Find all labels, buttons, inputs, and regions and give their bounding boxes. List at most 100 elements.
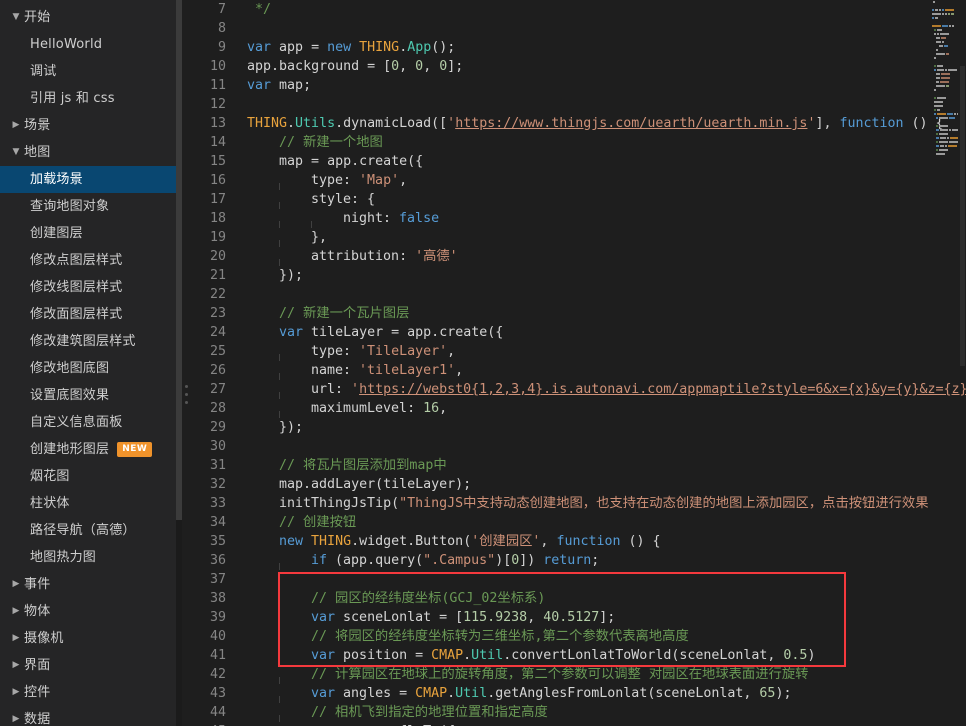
code-line[interactable]: 40 // 将园区的经纬度坐标转为三维坐标,第二个参数代表离地高度 — [192, 627, 966, 646]
sidebar-item-19[interactable]: 路径导航（高德） — [0, 517, 182, 544]
code-text[interactable]: var sceneLonlat = [115.9238, 40.5127]; — [238, 608, 966, 627]
sidebar-item-5[interactable]: ▼ 地图 — [0, 139, 182, 166]
caret-right-icon[interactable]: ▶ — [8, 598, 24, 625]
sidebar-item-13[interactable]: 修改地图底图 — [0, 355, 182, 382]
code-text[interactable]: var map; — [238, 76, 966, 95]
code-line[interactable]: 28 maximumLevel: 16, — [192, 399, 966, 418]
caret-right-icon[interactable]: ▶ — [8, 652, 24, 679]
code-line[interactable]: 32 map.addLayer(tileLayer); — [192, 475, 966, 494]
code-text[interactable]: var position = CMAP.Util.convertLonlatTo… — [238, 646, 966, 665]
code-text[interactable]: maximumLevel: 16, — [238, 399, 966, 418]
code-line[interactable]: 36 if (app.query(".Campus")[0]) return; — [192, 551, 966, 570]
code-text[interactable]: }, — [238, 228, 966, 247]
editor-scrollbar[interactable] — [958, 0, 966, 726]
code-text[interactable]: initThingJsTip("ThingJS中支持动态创建地图，也支持在动态创… — [238, 494, 966, 513]
code-line[interactable]: 26 name: 'tileLayer1', — [192, 361, 966, 380]
code-text[interactable]: // 计算园区在地球上的旋转角度，第二个参数可以调整 对园区在地球表面进行旋转 — [238, 665, 966, 684]
code-text[interactable]: }); — [238, 266, 966, 285]
sidebar-item-7[interactable]: 查询地图对象 — [0, 193, 182, 220]
code-text[interactable]: style: { — [238, 190, 966, 209]
code-text[interactable]: // 新建一个瓦片图层 — [238, 304, 966, 323]
code-text[interactable]: var tileLayer = app.create({ — [238, 323, 966, 342]
editor-scrollbar-thumb[interactable] — [960, 66, 965, 366]
code-line[interactable]: 34 // 创建按钮 — [192, 513, 966, 532]
code-text[interactable] — [238, 570, 966, 589]
code-text[interactable]: */ — [238, 0, 966, 19]
code-line[interactable]: 17 style: { — [192, 190, 966, 209]
code-text[interactable]: if (app.query(".Campus")[0]) return; — [238, 551, 966, 570]
code-line[interactable]: 21}); — [192, 266, 966, 285]
code-line[interactable]: 29}); — [192, 418, 966, 437]
code-text[interactable]: // 创建按钮 — [238, 513, 966, 532]
editor-minimap[interactable] — [932, 0, 958, 726]
sidebar-item-10[interactable]: 修改线图层样式 — [0, 274, 182, 301]
code-line[interactable]: 15 map = app.create({ — [192, 152, 966, 171]
code-text[interactable] — [238, 19, 966, 38]
code-text[interactable]: url: 'https://webst0{1,2,3,4}.is.autonav… — [238, 380, 966, 399]
sidebar-item-24[interactable]: ▶ 界面 — [0, 652, 182, 679]
code-text[interactable]: var app = new THING.App(); — [238, 38, 966, 57]
sidebar-item-17[interactable]: 烟花图 — [0, 463, 182, 490]
sidebar-item-4[interactable]: ▶ 场景 — [0, 112, 182, 139]
code-line[interactable]: 24 var tileLayer = app.create({ — [192, 323, 966, 342]
code-text[interactable] — [238, 437, 966, 456]
sidebar-item-3[interactable]: 引用 js 和 css — [0, 85, 182, 112]
caret-right-icon[interactable]: ▶ — [8, 571, 24, 598]
sidebar-item-18[interactable]: 柱状体 — [0, 490, 182, 517]
code-text[interactable]: app.background = [0, 0, 0]; — [238, 57, 966, 76]
sidebar-item-16[interactable]: 创建地形图层 NEW — [0, 436, 182, 463]
caret-right-icon[interactable]: ▶ — [8, 679, 24, 706]
code-line[interactable]: 27 url: 'https://webst0{1,2,3,4}.is.auton… — [192, 380, 966, 399]
sidebar-item-0[interactable]: ▼ 开始 — [0, 4, 182, 31]
code-line[interactable]: 25 type: 'TileLayer', — [192, 342, 966, 361]
code-text[interactable]: // 将瓦片图层添加到map中 — [238, 456, 966, 475]
code-text[interactable]: THING.Utils.dynamicLoad(['https://www.th… — [238, 114, 966, 133]
sidebar-item-22[interactable]: ▶ 物体 — [0, 598, 182, 625]
code-text[interactable]: name: 'tileLayer1', — [238, 361, 966, 380]
code-line[interactable]: 12 — [192, 95, 966, 114]
code-text[interactable]: map.addLayer(tileLayer); — [238, 475, 966, 494]
code-line[interactable]: 16 type: 'Map', — [192, 171, 966, 190]
code-lines[interactable]: 7 */ 8 9 var app = new THING.App(); 10 app.ba… — [192, 0, 966, 726]
code-text[interactable]: }); — [238, 418, 966, 437]
sidebar-item-9[interactable]: 修改点图层样式 — [0, 247, 182, 274]
code-line[interactable]: 11 var map; — [192, 76, 966, 95]
code-line[interactable]: 9 var app = new THING.App(); — [192, 38, 966, 57]
code-line[interactable]: 18 night: false — [192, 209, 966, 228]
code-line[interactable]: 22 — [192, 285, 966, 304]
code-text[interactable]: // 新建一个地图 — [238, 133, 966, 152]
sidebar-item-14[interactable]: 设置底图效果 — [0, 382, 182, 409]
code-text[interactable]: type: 'Map', — [238, 171, 966, 190]
caret-down-icon[interactable]: ▼ — [8, 4, 24, 31]
caret-right-icon[interactable]: ▶ — [8, 625, 24, 652]
panel-splitter[interactable] — [182, 0, 192, 726]
code-text[interactable]: attribution: '高德' — [238, 247, 966, 266]
code-line[interactable]: 31 // 将瓦片图层添加到map中 — [192, 456, 966, 475]
sidebar-item-11[interactable]: 修改面图层样式 — [0, 301, 182, 328]
code-line[interactable]: 33 initThingJsTip("ThingJS中支持动态创建地图，也支持在动… — [192, 494, 966, 513]
sidebar-item-25[interactable]: ▶ 控件 — [0, 679, 182, 706]
sidebar-item-20[interactable]: 地图热力图 — [0, 544, 182, 571]
code-line[interactable]: 13 THING.Utils.dynamicLoad(['https://www.… — [192, 114, 966, 133]
code-line[interactable]: 39 var sceneLonlat = [115.9238, 40.5127]; — [192, 608, 966, 627]
code-text[interactable] — [238, 285, 966, 304]
caret-right-icon[interactable]: ▶ — [8, 112, 24, 139]
sidebar-item-26[interactable]: ▶ 数据 — [0, 706, 182, 726]
code-text[interactable]: // 园区的经纬度坐标(GCJ_02坐标系) — [238, 589, 966, 608]
sidebar-item-12[interactable]: 修改建筑图层样式 — [0, 328, 182, 355]
caret-right-icon[interactable]: ▶ — [8, 706, 24, 726]
code-line[interactable]: 14 // 新建一个地图 — [192, 133, 966, 152]
code-line[interactable]: 30 — [192, 437, 966, 456]
code-line[interactable]: 45app.camera.flyTo({ — [192, 722, 966, 726]
code-text[interactable]: night: false — [238, 209, 966, 228]
code-line[interactable]: 20 attribution: '高德' — [192, 247, 966, 266]
sidebar-item-2[interactable]: 调试 — [0, 58, 182, 85]
caret-down-icon[interactable]: ▼ — [8, 139, 24, 166]
sidebar-item-8[interactable]: 创建图层 — [0, 220, 182, 247]
code-line[interactable]: 44 // 相机飞到指定的地理位置和指定高度 — [192, 703, 966, 722]
code-text[interactable]: app.camera.flyTo({ — [238, 722, 966, 726]
code-text[interactable] — [238, 95, 966, 114]
code-line[interactable]: 37 — [192, 570, 966, 589]
code-line[interactable]: 42 // 计算园区在地球上的旋转角度，第二个参数可以调整 对园区在地球表面进行旋… — [192, 665, 966, 684]
code-text[interactable]: map = app.create({ — [238, 152, 966, 171]
